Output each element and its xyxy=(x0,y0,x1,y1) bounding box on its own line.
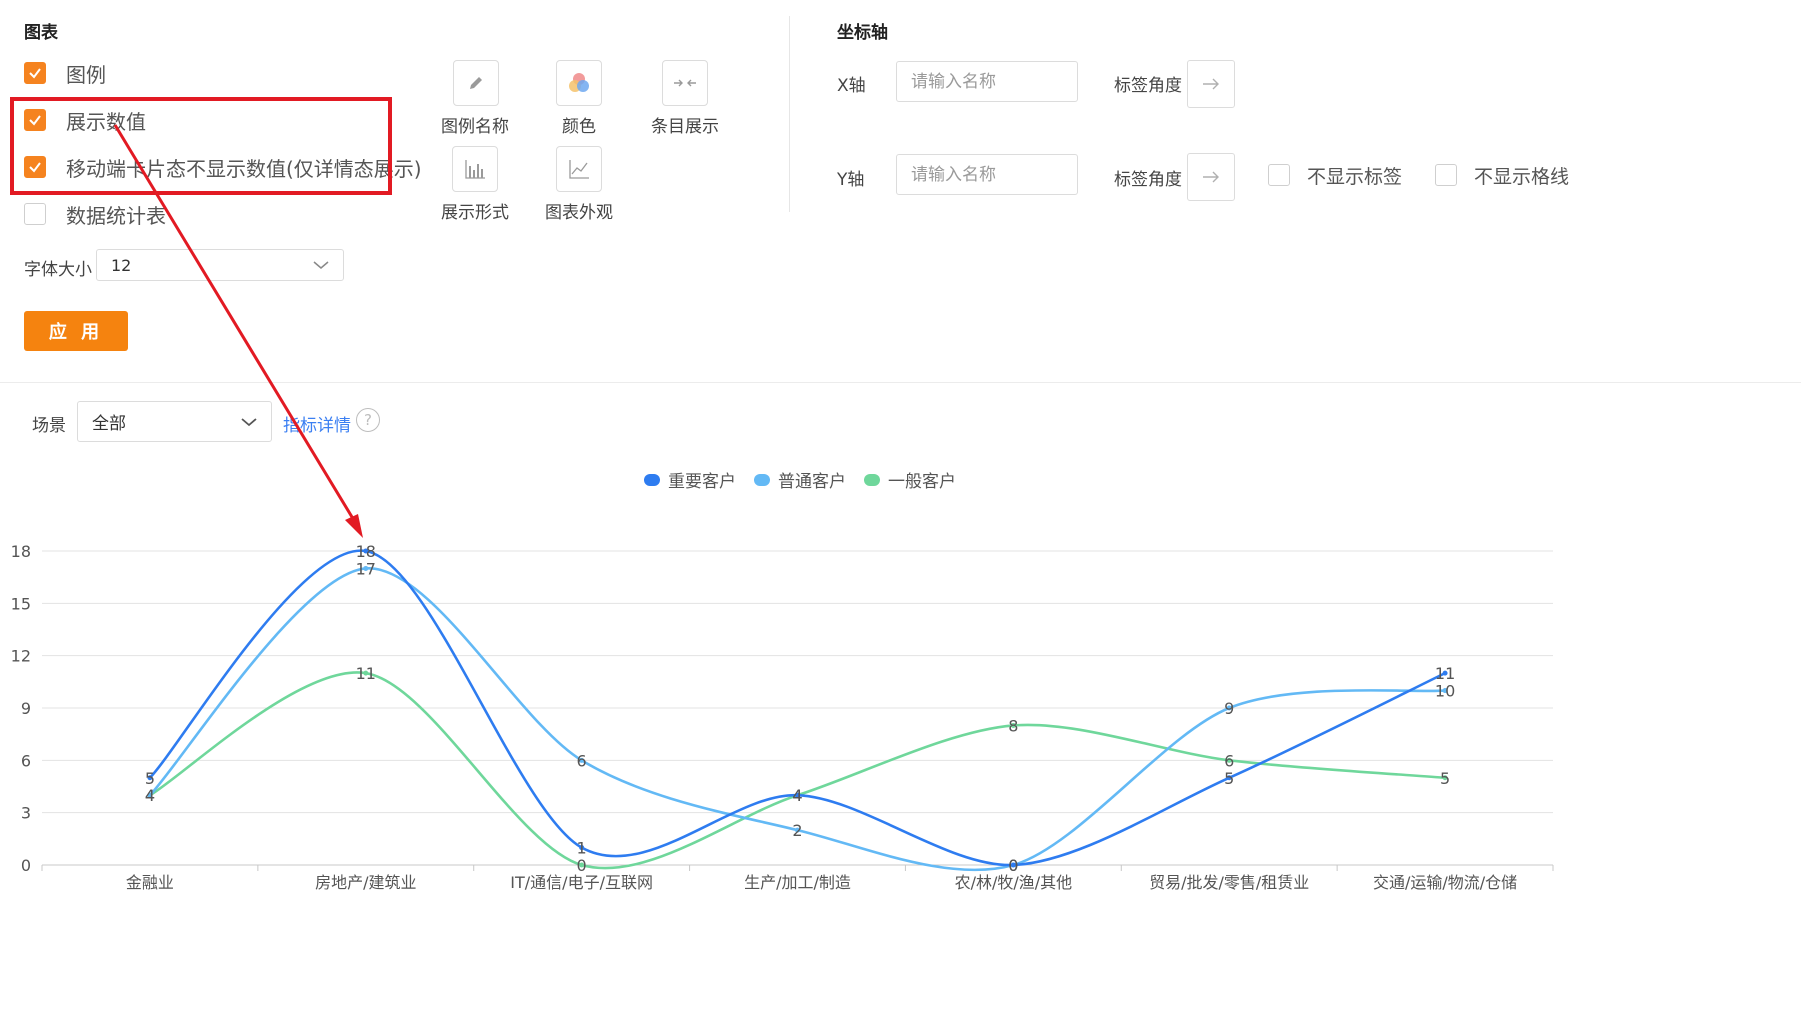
x-tick-label: 房地产/建筑业 xyxy=(315,873,416,892)
scene-select[interactable]: 全部 xyxy=(77,401,272,442)
y-tick-label: 12 xyxy=(11,647,31,666)
chart-appearance-tool-label: 图表外观 xyxy=(545,203,613,223)
data-label: 18 xyxy=(356,542,376,561)
pencil-icon[interactable] xyxy=(452,60,499,106)
legend-label: 一般客户 xyxy=(888,472,956,492)
legend-name-tool[interactable]: 图例名称 xyxy=(441,60,509,137)
data-label: 4 xyxy=(792,786,802,805)
legend-checkbox-label: 图例 xyxy=(66,62,106,87)
stats-table-checkbox[interactable] xyxy=(24,203,46,225)
data-label: 4 xyxy=(145,786,155,805)
legend-label: 普通客户 xyxy=(778,472,846,492)
hide-label-checkbox-row[interactable]: 不显示标签 xyxy=(1268,161,1402,189)
chevron-down-icon xyxy=(241,417,257,426)
y-tick-label: 9 xyxy=(21,699,31,718)
y-axis-name-input[interactable] xyxy=(896,154,1078,195)
panel-divider xyxy=(789,16,790,212)
x-tick-label: 金融业 xyxy=(126,873,174,892)
y-axis-angle-button[interactable] xyxy=(1187,153,1235,201)
legend-swatch xyxy=(754,473,770,486)
scene-label: 场景 xyxy=(32,416,66,436)
item-display-tool[interactable]: 条目展示 xyxy=(651,60,719,137)
data-label: 8 xyxy=(1008,716,1018,735)
chevron-down-icon xyxy=(313,261,329,269)
arrow-right-icon xyxy=(1203,78,1219,90)
data-label: 11 xyxy=(356,664,376,683)
highlight-annotation-box xyxy=(10,97,392,195)
data-label: 5 xyxy=(1440,769,1450,788)
data-label: 6 xyxy=(577,751,587,770)
data-label: 2 xyxy=(792,821,802,840)
font-size-label: 字体大小 xyxy=(24,260,92,280)
display-format-tool[interactable]: 展示形式 xyxy=(441,146,509,223)
x-axis-angle-label: 标签角度 xyxy=(1114,76,1182,96)
font-size-select[interactable]: 12 xyxy=(96,249,344,281)
x-axis-name-input[interactable] xyxy=(896,61,1078,102)
section-divider xyxy=(0,382,1801,383)
y-tick-label: 15 xyxy=(11,594,31,613)
legend-item-important[interactable]: 重要客户 xyxy=(644,467,736,492)
legend-label: 重要客户 xyxy=(668,472,736,492)
axis-section-title: 坐标轴 xyxy=(837,23,888,43)
y-tick-label: 18 xyxy=(11,542,31,561)
chart-section-title: 图表 xyxy=(24,23,58,43)
help-icon[interactable]: ? xyxy=(356,408,380,432)
scene-select-value: 全部 xyxy=(92,414,126,434)
data-label: 0 xyxy=(577,856,587,875)
y-axis-label: Y轴 xyxy=(837,170,865,190)
data-label: 11 xyxy=(1435,664,1455,683)
data-label: 6 xyxy=(1224,751,1234,770)
stats-table-checkbox-row[interactable]: 数据统计表 xyxy=(24,200,166,228)
data-label: 17 xyxy=(356,559,376,578)
stats-table-checkbox-label: 数据统计表 xyxy=(66,203,166,228)
apply-button[interactable]: 应 用 xyxy=(24,311,128,351)
color-palette-icon[interactable] xyxy=(556,60,602,106)
chart-appearance-tool[interactable]: 图表外观 xyxy=(545,146,613,223)
x-axis-label: X轴 xyxy=(837,76,866,96)
data-label: 0 xyxy=(1008,856,1018,875)
legend-checkbox-row[interactable]: 图例 xyxy=(24,59,106,87)
data-label: 9 xyxy=(1224,699,1234,718)
x-tick-label: 农/林/牧/渔/其他 xyxy=(955,873,1073,892)
hide-label-checkbox-label: 不显示标签 xyxy=(1307,165,1403,188)
hide-label-checkbox[interactable] xyxy=(1268,164,1290,186)
color-tool-label: 颜色 xyxy=(562,117,596,137)
hide-grid-checkbox[interactable] xyxy=(1435,164,1457,186)
legend-swatch xyxy=(864,473,880,486)
hide-grid-checkbox-row[interactable]: 不显示格线 xyxy=(1435,161,1569,189)
y-tick-label: 6 xyxy=(21,751,31,770)
item-display-tool-label: 条目展示 xyxy=(651,117,719,137)
collapse-arrows-icon[interactable] xyxy=(662,60,708,106)
x-tick-label: 生产/加工/制造 xyxy=(744,873,851,892)
x-axis-angle-button[interactable] xyxy=(1187,60,1235,108)
font-size-value: 12 xyxy=(111,255,132,275)
legend-item-ordinary[interactable]: 普通客户 xyxy=(754,467,846,492)
legend-name-tool-label: 图例名称 xyxy=(441,117,509,137)
chart-legend: 重要客户 普通客户 一般客户 xyxy=(644,467,956,492)
legend-checkbox[interactable] xyxy=(24,62,46,84)
y-tick-label: 3 xyxy=(21,804,31,823)
line-chart-icon[interactable] xyxy=(556,146,602,192)
metric-detail-link[interactable]: 指标详情 xyxy=(283,411,351,436)
arrow-right-icon xyxy=(1203,171,1219,183)
x-tick-label: 交通/运输/物流/仓储 xyxy=(1373,873,1517,892)
color-tool[interactable]: 颜色 xyxy=(548,60,610,137)
line-chart: 0369121518金融业 房地产/建筑业 IT/通信/电子/互联网 生产/加工/制造… xyxy=(11,542,1554,892)
data-label: 1 xyxy=(577,839,587,858)
data-label: 10 xyxy=(1435,682,1455,701)
display-format-tool-label: 展示形式 xyxy=(441,203,509,223)
legend-item-general[interactable]: 一般客户 xyxy=(864,467,956,492)
legend-swatch xyxy=(644,473,660,486)
x-tick-label: IT/通信/电子/互联网 xyxy=(510,873,653,892)
data-label: 5 xyxy=(1224,769,1234,788)
hide-grid-checkbox-label: 不显示格线 xyxy=(1474,165,1570,188)
x-tick-label: 贸易/批发/零售/租赁业 xyxy=(1149,873,1309,892)
data-label: 5 xyxy=(145,769,155,788)
bar-chart-icon[interactable] xyxy=(452,146,498,192)
y-tick-label: 0 xyxy=(21,856,31,875)
y-axis-angle-label: 标签角度 xyxy=(1114,170,1182,190)
